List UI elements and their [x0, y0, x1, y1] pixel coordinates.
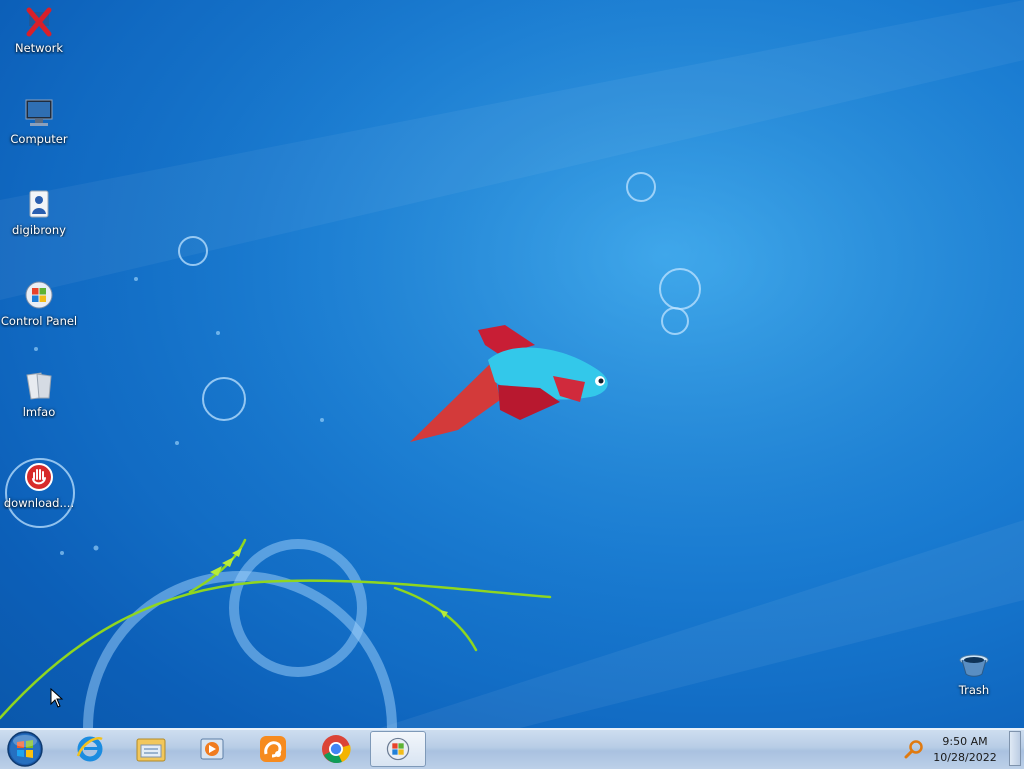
- chrome-icon: [322, 735, 351, 764]
- desktop-icon-control-panel[interactable]: Control Panel: [0, 279, 78, 328]
- download-stop-icon: [25, 463, 53, 491]
- desktop-icon-label: Control Panel: [0, 314, 78, 328]
- taskbar-file-explorer[interactable]: [123, 731, 179, 767]
- clock[interactable]: 9:50 AM 10/28/2022: [930, 734, 1000, 766]
- file-explorer-icon: [136, 738, 166, 762]
- show-desktop-button[interactable]: [1009, 731, 1021, 766]
- desktop-icon-label: digibrony: [12, 223, 66, 237]
- desktop-icon-label: download....: [3, 496, 75, 510]
- desktop-icon-trash[interactable]: Trash: [935, 648, 1013, 697]
- taskbar-uc-browser[interactable]: [245, 731, 301, 767]
- taskbar-media-player[interactable]: [184, 731, 240, 767]
- taskbar-chrome[interactable]: [308, 731, 364, 767]
- computer-icon: [25, 99, 53, 126]
- media-player-icon: [200, 738, 224, 760]
- desktop-wallpaper: [0, 0, 1024, 728]
- user-folder-icon: [29, 190, 49, 218]
- control-panel-icon: [25, 281, 53, 309]
- network-disconnected-icon: [26, 7, 52, 37]
- folder-icon: [26, 372, 52, 400]
- clock-time: 9:50 AM: [942, 735, 988, 748]
- uc-browser-icon: [260, 736, 286, 762]
- desktop-icon-label: Trash: [958, 683, 990, 697]
- desktop-icon-computer[interactable]: Computer: [0, 97, 78, 146]
- desktop-icon-label: Computer: [10, 132, 68, 146]
- clock-date: 10/28/2022: [933, 751, 997, 764]
- desktop-icon-lmfao[interactable]: lmfao: [0, 370, 78, 419]
- start-orb-icon[interactable]: [6, 730, 44, 768]
- taskbar: 9:50 AM 10/28/2022: [0, 728, 1024, 769]
- taskbar-internet-explorer[interactable]: [62, 731, 118, 767]
- desktop-icon-download[interactable]: download....: [0, 461, 78, 510]
- desktop-icon-network[interactable]: Network: [0, 6, 78, 55]
- search-icon[interactable]: [904, 739, 924, 759]
- trash-icon: [959, 654, 989, 677]
- internet-explorer-icon: [76, 736, 103, 762]
- control-panel-icon: [386, 737, 410, 761]
- mouse-cursor-icon: [50, 688, 64, 708]
- desktop-icon-label: lmfao: [22, 405, 56, 419]
- desktop-icon-digibrony[interactable]: digibrony: [0, 188, 78, 237]
- desktop-icon-label: Network: [14, 41, 64, 55]
- taskbar-control-panel[interactable]: [370, 731, 426, 767]
